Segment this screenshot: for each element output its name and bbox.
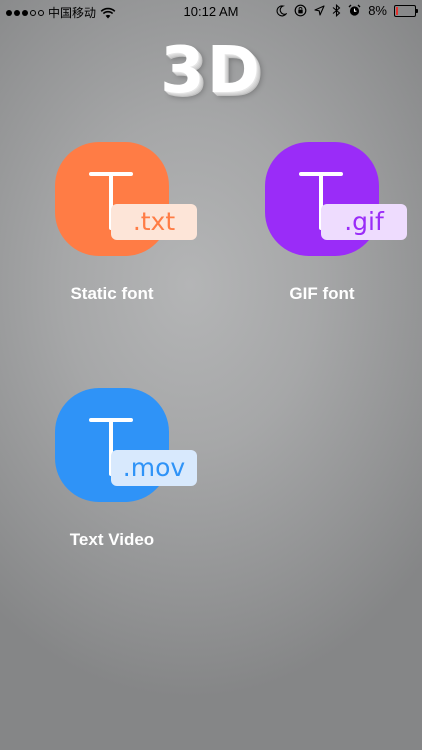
app-label: Text Video	[69, 530, 155, 549]
extension-badge: .gif	[321, 204, 407, 240]
text-video-app[interactable]: .mov Text Video	[32, 388, 197, 550]
orientation-lock-icon	[294, 4, 307, 17]
location-icon	[314, 5, 325, 16]
app-label: Static font	[70, 284, 154, 303]
alarm-icon	[348, 4, 361, 16]
bluetooth-icon	[332, 4, 341, 17]
status-bar: 中国移动 10:12 AM 8%	[0, 0, 422, 24]
static-font-app[interactable]: .txt Static font	[32, 142, 197, 304]
battery-icon	[394, 4, 418, 17]
text-file-icon[interactable]: .txt	[55, 142, 197, 256]
app-label: GIF font	[289, 284, 355, 303]
text-video-icon[interactable]: .mov	[55, 388, 197, 502]
extension-badge: .mov	[111, 450, 197, 486]
text-gif-icon[interactable]: .gif	[265, 142, 407, 256]
battery-percent: 8%	[368, 3, 387, 18]
page-title: 3D	[160, 34, 262, 108]
gif-font-app[interactable]: .gif GIF font	[242, 142, 407, 304]
moon-icon	[276, 4, 288, 16]
status-right: 8%	[276, 3, 418, 18]
battery-level	[396, 6, 398, 15]
extension-badge: .txt	[111, 204, 197, 240]
